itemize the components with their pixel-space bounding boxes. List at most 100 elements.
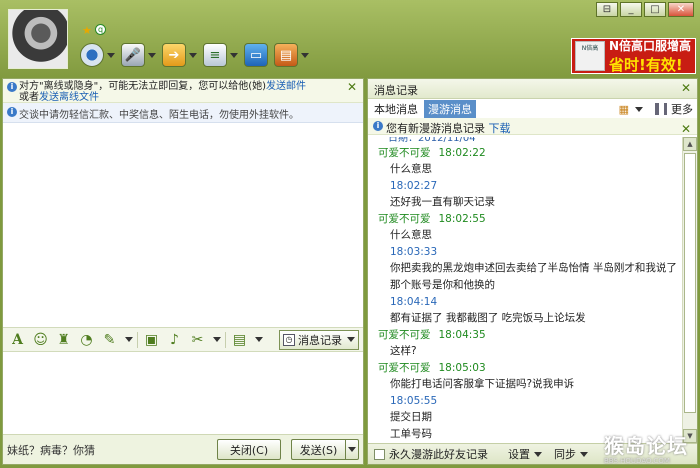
download-link[interactable]: 下载 <box>489 122 511 135</box>
screenshot-icon[interactable]: ✂ <box>188 330 207 349</box>
close-button[interactable]: 关闭(C) <box>217 439 281 460</box>
message-text: 都有证据了 我都截图了 吃完饭马上论坛发 <box>390 312 586 324</box>
ad-line2: 省时!有效! <box>609 56 683 74</box>
image-icon[interactable]: ▣ <box>142 330 161 349</box>
app-icon: ▤ <box>274 43 298 67</box>
maximize-button[interactable]: □ <box>644 2 666 17</box>
chevron-down-icon[interactable] <box>189 52 197 58</box>
more-label[interactable]: 更多 <box>671 101 693 117</box>
message-text: 什么意思 <box>390 163 432 175</box>
send-offline-file-link[interactable]: 发送离线文件 <box>39 92 99 103</box>
chevron-down-icon[interactable] <box>635 106 643 112</box>
chevron-down-icon[interactable] <box>213 337 221 342</box>
send-email-link[interactable]: 发送邮件 <box>266 81 306 92</box>
close-window-button[interactable]: ✕ <box>668 2 694 17</box>
message-header: 18:03:33 <box>378 244 683 260</box>
export-icon[interactable]: ▦ <box>619 103 629 116</box>
music-icon[interactable]: ♪ <box>165 330 184 349</box>
settings-dropdown[interactable]: 设置 <box>508 446 542 462</box>
message-header: 可爱不可爱 18:02:22 <box>378 145 683 161</box>
scrollbar[interactable]: ▲ ▼ <box>682 137 697 443</box>
scroll-thumb[interactable] <box>684 153 696 413</box>
chevron-down-icon <box>347 337 355 342</box>
chevron-down-icon[interactable] <box>148 52 156 58</box>
settings-label: 设置 <box>508 448 530 461</box>
close-icon[interactable]: ✕ <box>681 122 691 136</box>
message-header: 可爱不可爱 18:04:35 <box>378 327 683 343</box>
message-entry: 18:02:27 还好我一直有聊天记录 <box>378 178 683 211</box>
tab-local-messages[interactable]: 本地消息 <box>372 100 420 118</box>
close-icon[interactable]: ✕ <box>347 81 357 93</box>
roam-checkbox[interactable] <box>374 448 385 460</box>
message-record-pane: 消息记录 ✕ 本地消息 漫游消息 ▦ 更多 i 您有新漫游消息记录 下载 ✕ 日… <box>367 78 698 465</box>
notice-mid: 或者 <box>19 92 39 103</box>
ad-banner[interactable]: N倍高 N倍高口服增高 省时!有效! <box>571 38 696 74</box>
message-text: 提交日期 <box>390 411 432 423</box>
message-entry: 18:05:55 提交日期 <box>378 393 683 426</box>
chevron-down-icon <box>534 451 542 457</box>
history-icon: ◷ <box>283 333 295 346</box>
window-controls: ⊟ _ □ ✕ <box>596 2 694 17</box>
voice-tool[interactable]: 🎤 <box>121 42 156 68</box>
message-list[interactable]: 日期：2012/11/04 可爱不可爱 18:02:22 什么意思 18:02:27 还… <box>368 137 683 443</box>
forum-watermark: 猴岛论坛 BBS.HOUDAO.COM <box>604 430 694 466</box>
toolbar: 🎤 ➔ ≡ ▭ ▤ <box>80 42 309 68</box>
record-tools: ▦ 更多 <box>619 101 693 117</box>
info-icon: i <box>373 121 383 131</box>
message-icon: ≡ <box>203 43 227 67</box>
chevron-down-icon[interactable] <box>255 337 263 342</box>
divider <box>225 331 226 348</box>
message-entry: 18:03:33 你把卖我的黑龙炮申述回去卖给了半岛怡情 半岛刚才和我说了那个账号… <box>378 244 683 294</box>
message-entry: 可爱不可爱 18:02:22 什么意思 <box>378 145 683 178</box>
offline-notice: i 对方"离线或隐身"，可能无法立即回复，您可以给他(她)发送邮件 或者发送离线… <box>3 79 363 103</box>
font-icon[interactable]: A <box>8 330 27 349</box>
contact-avatar[interactable] <box>8 9 68 69</box>
video-tool[interactable] <box>80 42 115 68</box>
message-header: 可爱不可爱 18:02:55 <box>378 211 683 227</box>
message-time: 18:03:33 <box>390 246 438 258</box>
tab-roaming-messages[interactable]: 漫游消息 <box>424 99 476 118</box>
shake-icon[interactable]: ◔ <box>77 330 96 349</box>
status-icon: q <box>95 24 106 35</box>
chat-history-area[interactable] <box>3 123 363 323</box>
skin-button[interactable]: ⊟ <box>596 2 618 17</box>
sync-label: 同步 <box>554 448 576 461</box>
app-tool[interactable]: ▤ <box>274 42 309 68</box>
close-icon[interactable]: ✕ <box>681 81 691 95</box>
file-transfer-tool[interactable]: ➔ <box>162 42 197 68</box>
divider <box>137 331 138 348</box>
scroll-up-button[interactable]: ▲ <box>683 137 697 151</box>
remote-tool[interactable]: ▭ <box>244 42 268 68</box>
conversation-pane: i 对方"离线或隐身"，可能无法立即回复，您可以给他(她)发送邮件 或者发送离线… <box>2 78 364 465</box>
chevron-down-icon[interactable] <box>230 52 238 58</box>
sync-dropdown[interactable]: 同步 <box>554 446 588 462</box>
message-input[interactable] <box>3 352 363 434</box>
chevron-down-icon[interactable] <box>107 52 115 58</box>
message-time: 18:05:55 <box>390 395 438 407</box>
message-text: 这样? <box>390 345 417 357</box>
minimize-button[interactable]: _ <box>620 2 642 17</box>
handwriting-icon[interactable]: ✎ <box>100 330 119 349</box>
sender-name: 可爱不可爱 <box>378 213 431 225</box>
info-icon: i <box>7 107 17 117</box>
message-text: 还好我一直有聊天记录 <box>390 196 495 208</box>
message-record-button[interactable]: ◷ 消息记录 <box>279 329 359 350</box>
speaker-icon[interactable] <box>655 103 667 115</box>
message-entry: 可爱不可爱 18:05:03 你能打电话问客服拿下证据吗?说我申诉 <box>378 360 683 393</box>
message-header: 18:04:14 <box>378 294 683 310</box>
emoji-icon[interactable]: ☺ <box>31 330 50 349</box>
chevron-down-icon[interactable] <box>301 52 309 58</box>
message-entry: 可爱不可爱 18:02:55 什么意思 <box>378 211 683 244</box>
record-title: 消息记录 <box>374 84 418 97</box>
message-entry: 18:04:14 都有证据了 我都截图了 吃完饭马上论坛发 <box>378 294 683 327</box>
chevron-down-icon <box>348 447 356 452</box>
send-button[interactable]: 发送(S) <box>291 439 345 460</box>
message-tool[interactable]: ≡ <box>203 42 238 68</box>
message-time: 18:02:55 <box>438 213 486 225</box>
app-box-icon[interactable]: ▤ <box>230 330 249 349</box>
text-ad-link[interactable]: 妹纸？病毒？你猜 <box>7 442 95 458</box>
magic-emoticon-icon[interactable]: ♜ <box>54 330 73 349</box>
date-label: 日期：2012/11/04 <box>388 137 476 144</box>
send-options-button[interactable] <box>345 439 359 460</box>
chevron-down-icon[interactable] <box>125 337 133 342</box>
